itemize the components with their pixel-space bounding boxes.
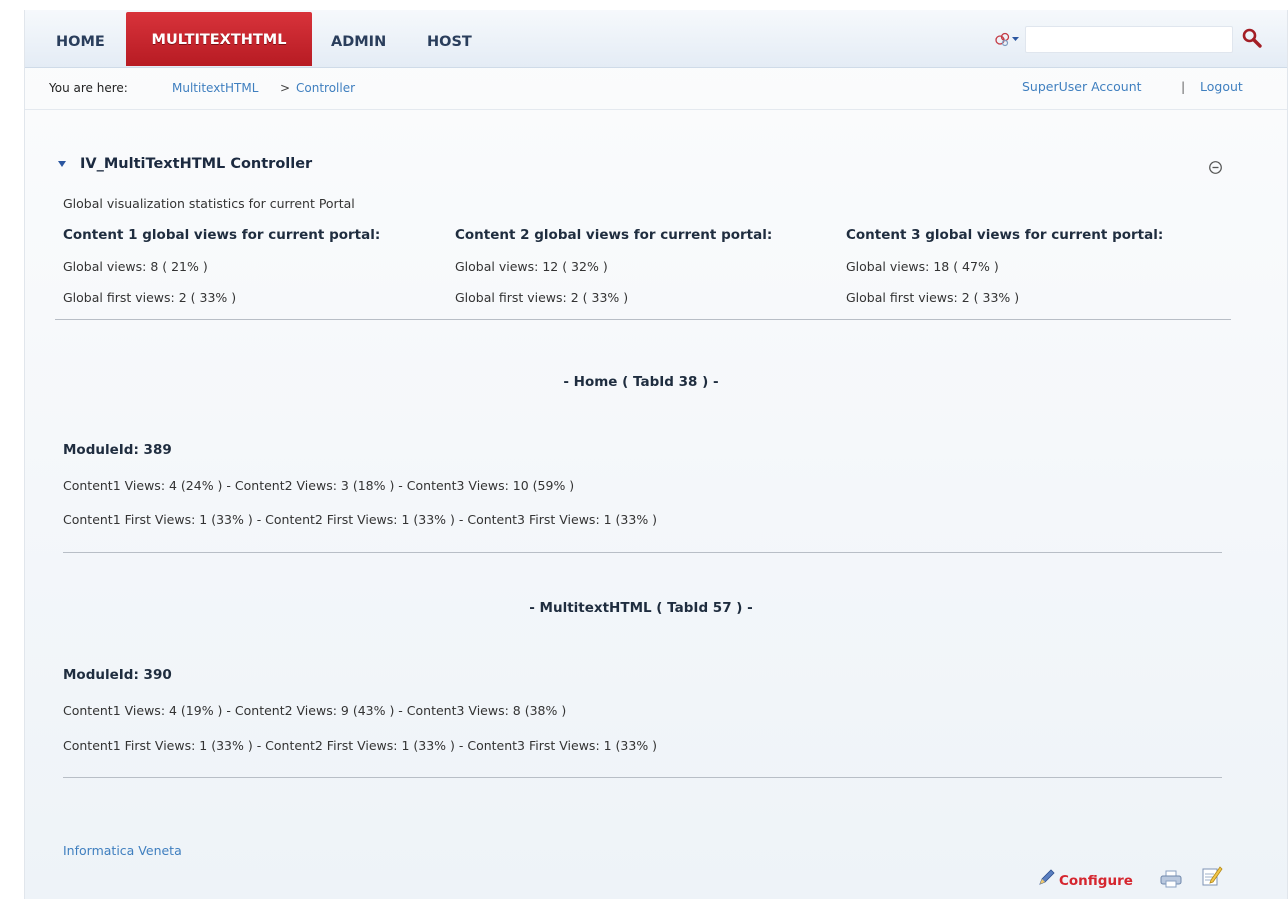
logout-link[interactable]: Logout [1200,79,1243,94]
breadcrumb-bar: You are here: MultitextHTML > Controller… [25,68,1287,110]
nav-item-host[interactable]: HOST [427,14,472,64]
print-icon[interactable] [1159,869,1183,889]
column-heading-content1: Content 1 global views for current porta… [63,227,381,243]
tab-section-heading: - MultitextHTML ( TabId 57 ) - [529,600,753,616]
search-input[interactable] [1025,26,1233,53]
global-views-content3: Global views: 18 ( 47% ) [846,259,999,274]
user-account-link[interactable]: SuperUser Account [1022,79,1142,94]
breadcrumb-separator: > [280,81,291,95]
edit-content-icon[interactable] [1201,865,1223,887]
module-title: IV_MultiTextHTML Controller [80,156,313,172]
nav-item-admin[interactable]: ADMIN [331,14,386,64]
column-heading-content3: Content 3 global views for current porta… [846,227,1164,243]
global-views-content1: Global views: 8 ( 21% ) [63,259,208,274]
divider [55,319,1231,320]
collapse-caret-icon[interactable] [57,159,67,169]
configure-button[interactable]: Configure [1059,873,1133,889]
module-subtitle: Global visualization statistics for curr… [63,196,355,211]
content-views-line: Content1 Views: 4 (24% ) - Content2 View… [63,478,575,493]
search-icon[interactable] [1241,27,1263,49]
language-selector-icon[interactable] [994,31,1020,47]
nav-item-home[interactable]: HOME [56,14,105,64]
minimize-icon[interactable] [1208,160,1223,175]
column-heading-content2: Content 2 global views for current porta… [455,227,773,243]
content-first-views-line: Content1 First Views: 1 (33% ) - Content… [63,738,658,753]
footer-link-informatica-veneta[interactable]: Informatica Veneta [63,843,182,858]
content-views-line: Content1 Views: 4 (19% ) - Content2 View… [63,703,567,718]
nav-item-multitexthtml[interactable]: MULTITEXTHTML [126,12,312,66]
content-first-views-line: Content1 First Views: 1 (33% ) - Content… [63,512,658,527]
pencil-icon[interactable] [1037,867,1057,887]
global-first-views-content3: Global first views: 2 ( 33% ) [846,290,1020,305]
module-id-label: ModuleId: 389 [63,442,172,458]
page-frame: HOME MULTITEXTHTML ADMIN HOST You are he… [24,10,1288,899]
divider [63,552,1222,553]
global-first-views-content2: Global first views: 2 ( 33% ) [455,290,629,305]
tab-section-heading: - Home ( TabId 38 ) - [563,374,719,390]
divider [63,777,1222,778]
user-links-separator: | [1181,79,1186,94]
module-id-label: ModuleId: 390 [63,667,172,683]
top-nav: HOME MULTITEXTHTML ADMIN HOST [25,10,1287,68]
global-views-content2: Global views: 12 ( 32% ) [455,259,608,274]
breadcrumb-item-multitexthtml[interactable]: MultitextHTML [172,81,258,95]
breadcrumb-prefix: You are here: [49,81,128,95]
global-first-views-content1: Global first views: 2 ( 33% ) [63,290,237,305]
breadcrumb-item-controller[interactable]: Controller [296,81,355,95]
